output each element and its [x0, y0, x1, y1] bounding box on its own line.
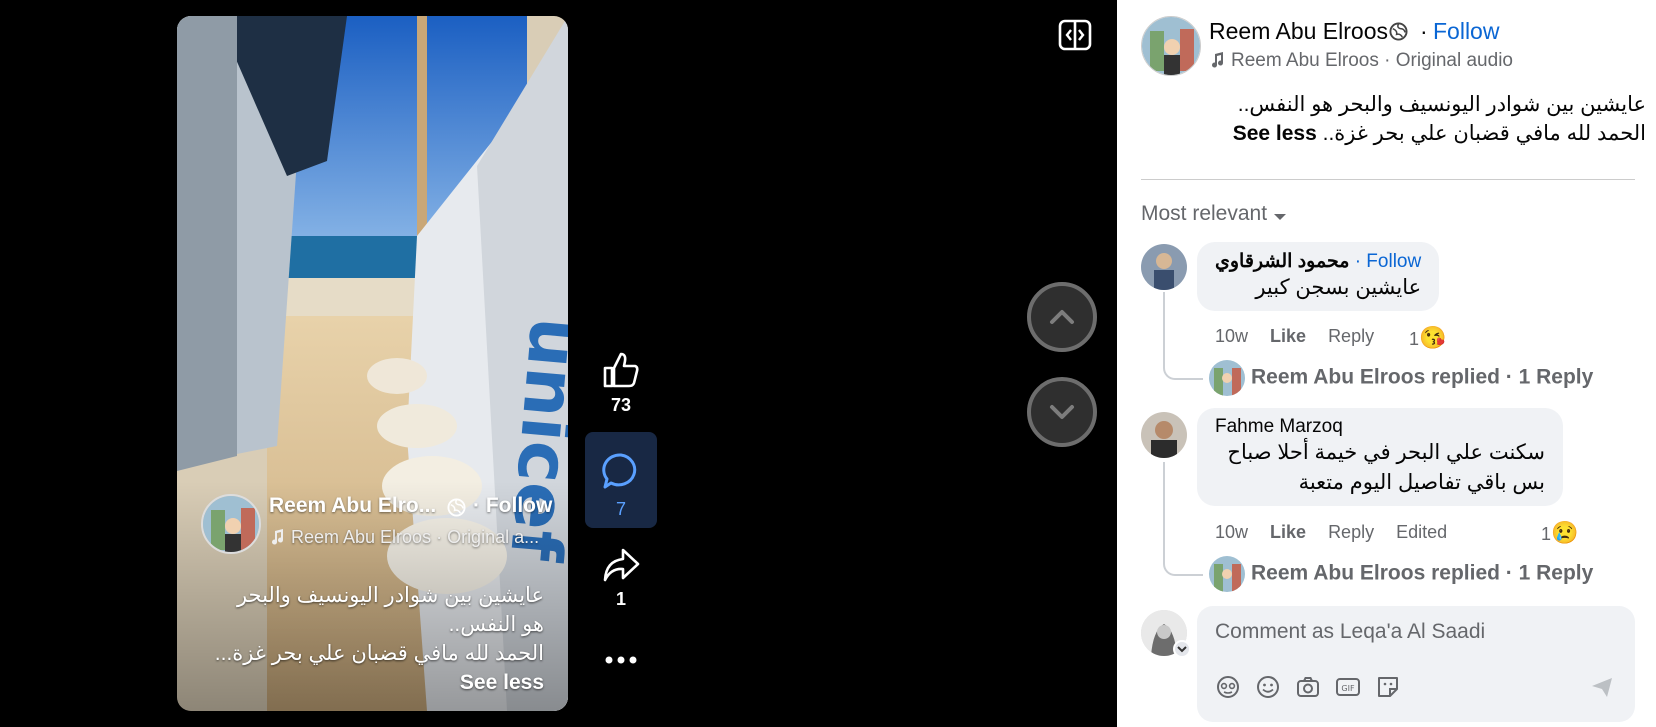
- profile-switch-icon[interactable]: [1173, 640, 1191, 658]
- sort-label: Most relevant: [1141, 202, 1268, 225]
- comment-bubble: محمود الشرقاوي · Follow عايشين بسجن كبير: [1197, 242, 1440, 311]
- comment-count: 7: [615, 499, 626, 519]
- view-replies-link[interactable]: Reem Abu Elroos replied · 1 Reply: [1209, 360, 1593, 396]
- comment-sort-dropdown[interactable]: Most relevant: [1141, 202, 1287, 226]
- chevron-up-icon: [1050, 310, 1074, 324]
- comment-like-button[interactable]: Like: [1270, 326, 1306, 346]
- chevron-down-icon: [1050, 405, 1074, 419]
- thread-line: [1163, 462, 1203, 576]
- reaction-count: 1: [1541, 524, 1552, 544]
- previous-reel-button[interactable]: [1027, 282, 1097, 352]
- collapse-panel-icon[interactable]: [1058, 18, 1092, 52]
- comment-bubble: Fahme Marzoq سكنت علي البحر في خيمة أحلا…: [1197, 408, 1563, 506]
- comment-author[interactable]: Fahme Marzoq: [1215, 416, 1545, 438]
- music-note-icon: [272, 529, 284, 545]
- overlay-audio-label: Reem Abu Elroos · Original a...: [291, 527, 540, 547]
- svg-text:GIF: GIF: [1341, 684, 1355, 693]
- comment-text: عايشين بسجن كبير: [1255, 276, 1422, 299]
- more-options-button[interactable]: [585, 652, 657, 670]
- comment-reply-button[interactable]: Reply: [1328, 326, 1374, 346]
- send-icon[interactable]: [1589, 674, 1615, 700]
- comment-reaction[interactable]: 1😘: [1409, 325, 1446, 351]
- music-note-icon: [1212, 52, 1224, 68]
- like-action[interactable]: 73: [585, 350, 657, 416]
- post-caption: عايشين بين شوادر اليونسيف والبحر هو النف…: [1196, 90, 1646, 148]
- comment-text: بس باقي تفاصيل اليوم متعبة: [1298, 471, 1545, 494]
- comment-time[interactable]: 10w: [1215, 326, 1248, 346]
- reel-video[interactable]: unicef Reem Abu Elro... · Follow Reem Ab…: [177, 16, 568, 711]
- edited-label: Edited: [1396, 522, 1448, 542]
- caption-line: عايشين بين شوادر اليونسيف والبحر هو النف…: [1237, 93, 1646, 116]
- globe-icon: [447, 498, 466, 517]
- caption-line: الحمد لله مافي قضبان علي بحر غزة..: [1322, 122, 1646, 145]
- overlay-caption-line: هو النفس..: [448, 613, 544, 636]
- audio-label: Reem Abu Elroos · Original audio: [1231, 50, 1513, 71]
- share-count: 1: [615, 589, 626, 609]
- comment-meta: 10w Like Reply: [1215, 326, 1396, 347]
- comment-time[interactable]: 10w: [1215, 522, 1248, 542]
- overlay-caption-line: عايشين بين شوادر اليونسيف والبحر: [236, 584, 544, 607]
- gif-icon[interactable]: GIF: [1335, 674, 1361, 700]
- kiss-emoji-icon: 😘: [1419, 325, 1447, 350]
- overlay-author-name[interactable]: Reem Abu Elro...: [269, 494, 436, 518]
- sad-emoji-icon: 😢: [1551, 520, 1579, 545]
- video-viewer: unicef Reem Abu Elro... · Follow Reem Ab…: [0, 0, 1117, 727]
- next-reel-button[interactable]: [1027, 377, 1097, 447]
- comment-meta: 10w Like Reply Edited: [1215, 522, 1469, 543]
- comment-text: سكنت علي البحر في خيمة أحلا صباح: [1227, 441, 1545, 464]
- view-replies-link[interactable]: Reem Abu Elroos replied · 1 Reply: [1209, 556, 1593, 592]
- comment-reaction[interactable]: 1😢: [1541, 520, 1578, 546]
- comment-action[interactable]: 7: [585, 432, 657, 528]
- share-arrow-icon: [603, 548, 640, 582]
- globe-icon: [1389, 22, 1408, 41]
- like-count: 73: [610, 395, 632, 415]
- comment-reply-button[interactable]: Reply: [1328, 522, 1374, 542]
- emoji-icon[interactable]: [1255, 674, 1281, 700]
- replier-avatar: [1209, 556, 1245, 592]
- overlay-follow-button[interactable]: · Follow: [473, 494, 552, 518]
- follow-button[interactable]: Follow: [1433, 18, 1499, 45]
- replied-label: Reem Abu Elroos replied · 1 Reply: [1251, 365, 1594, 389]
- overlay-caption: عايشين بين شوادر اليونسيف والبحر هو النف…: [204, 581, 544, 668]
- audio-link[interactable]: Reem Abu Elroos · Original audio: [1209, 50, 1513, 72]
- comment-like-button[interactable]: Like: [1270, 522, 1306, 542]
- comment-input[interactable]: [1215, 620, 1615, 644]
- comment-composer: GIF: [1197, 606, 1635, 722]
- sticker-icon[interactable]: [1375, 674, 1401, 700]
- author-name[interactable]: Reem Abu Elroos: [1209, 18, 1388, 45]
- comment-follow-button[interactable]: · Follow: [1355, 251, 1422, 272]
- thread-line: [1163, 292, 1203, 380]
- avatar-sticker-icon[interactable]: [1215, 674, 1241, 700]
- caret-down-icon: [1274, 214, 1287, 220]
- author-avatar[interactable]: [1141, 16, 1201, 76]
- replier-avatar: [1209, 360, 1245, 396]
- thumbs-up-icon: [603, 352, 639, 388]
- replied-label: Reem Abu Elroos replied · 1 Reply: [1251, 561, 1594, 585]
- overlay-see-less[interactable]: See less: [460, 671, 544, 695]
- reaction-count: 1: [1409, 329, 1420, 349]
- commenter-avatar[interactable]: [1141, 412, 1187, 458]
- overlay-audio[interactable]: Reem Abu Elroos · Original a...: [269, 527, 539, 548]
- more-dots-icon: [605, 656, 637, 664]
- camera-icon[interactable]: [1295, 674, 1321, 700]
- overlay-caption-line: الحمد لله مافي قضبان علي بحر غزة...: [214, 642, 544, 665]
- comment-author[interactable]: محمود الشرقاوي · Follow: [1215, 250, 1421, 273]
- see-less-link[interactable]: See less: [1233, 122, 1317, 145]
- comment-bubble-icon: [602, 453, 637, 489]
- details-panel: Reem Abu Elroos · Follow Reem Abu Elroos…: [1117, 0, 1656, 727]
- comment-author-name: محمود الشرقاوي: [1215, 251, 1350, 272]
- divider: [1141, 179, 1635, 180]
- share-action[interactable]: 1: [585, 546, 657, 610]
- separator-dot: ·: [1420, 18, 1428, 44]
- author-avatar[interactable]: [201, 494, 261, 554]
- commenter-avatar[interactable]: [1141, 244, 1187, 290]
